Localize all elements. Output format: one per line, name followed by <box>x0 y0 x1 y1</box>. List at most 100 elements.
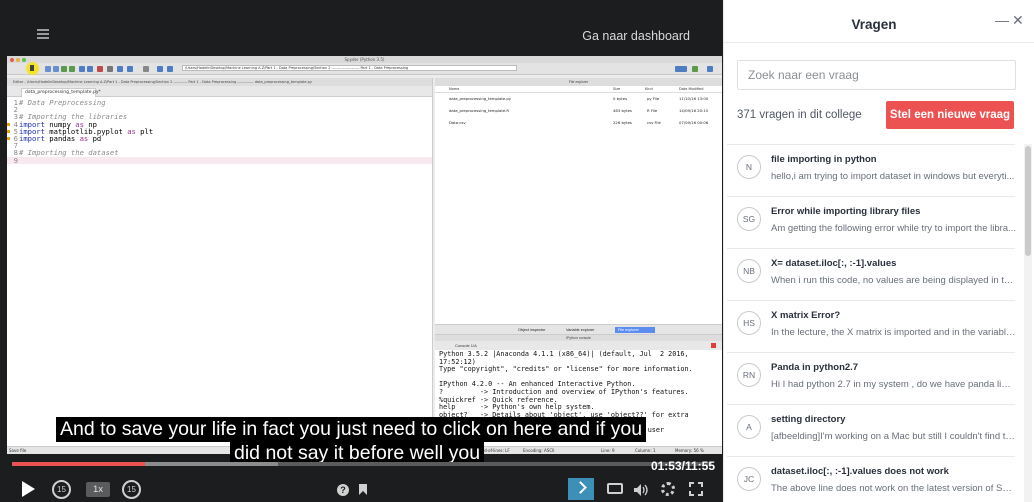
rewind-15-icon[interactable]: 15 <box>52 480 71 499</box>
file-explorer-title: File explorer <box>435 78 722 86</box>
warning-icon <box>7 129 10 133</box>
avatar: N <box>737 155 761 179</box>
file-kind: R File <box>647 108 658 113</box>
tab-file-explorer: File explorer <box>615 327 655 333</box>
questions-sidebar: Vragen — ✕ 371 vragen in dit college Ste… <box>723 0 1034 502</box>
close-icon[interactable]: ✕ <box>1012 12 1024 29</box>
question-title[interactable]: X= dataset.iloc[:, :-1].values <box>771 258 896 269</box>
avatar: HS <box>737 311 761 335</box>
file-size: 463 bytes <box>613 108 632 113</box>
tab-variable-explorer: Variable explorer <box>566 328 595 332</box>
col-kind: Kind <box>645 87 653 91</box>
video-player[interactable]: Ga naar dashboard Spyder (Python 3.5) /U… <box>0 0 723 502</box>
question-item[interactable]: HS X matrix Error? In the lecture, the X m… <box>727 300 1016 352</box>
editor-header: Editor - /Users/HadelinDesktop/Machine L… <box>7 78 432 86</box>
minimize-dot-icon <box>16 58 20 62</box>
question-count: 371 vragen in dit college <box>737 109 862 121</box>
editor-tab: data_preprocessing_template.py* <box>21 88 101 97</box>
avatar: NB <box>737 259 761 283</box>
console-line: Type "copyright", "credits" or "license"… <box>439 365 693 374</box>
rewind-label: 15 <box>57 485 66 494</box>
code-line: 8# Importing the dataset <box>7 149 432 156</box>
question-list: Nfile importing in python hello,i am tryi… <box>724 144 1024 502</box>
volume-icon[interactable] <box>634 483 648 496</box>
question-title[interactable]: X matrix Error? <box>771 310 840 321</box>
question-search-input[interactable] <box>737 60 1016 90</box>
status-line: Line: 9 <box>601 448 615 453</box>
hamburger-icon[interactable] <box>37 29 49 39</box>
captions-icon[interactable] <box>607 483 623 494</box>
sidebar-scrollbar[interactable] <box>1024 144 1032 502</box>
question-item[interactable]: Nfile importing in python hello,i am tryi… <box>727 144 1015 196</box>
question-title[interactable]: dataset.iloc[:, :-1].values does not wor… <box>771 466 949 477</box>
file-explorer-columns: Name Size Kind Date Modified <box>435 86 722 93</box>
status-column: Column: 1 <box>635 448 656 453</box>
progress-bar[interactable] <box>12 462 712 466</box>
console-tab-label: Console 1/A <box>455 343 477 348</box>
col-name: Name <box>449 87 460 91</box>
console-close-icon <box>711 343 716 348</box>
question-title[interactable]: setting directory <box>771 414 845 425</box>
file-size: 0 bytes <box>613 96 628 101</box>
code-line: 6import pandas as pd <box>7 135 432 142</box>
file-explorer: File explorer Name Size Kind Date Modifi… <box>435 78 722 324</box>
file-date: 11/10/16 13:00 <box>679 96 709 101</box>
code-line: 9 <box>7 155 432 165</box>
progress-buffered <box>145 462 278 466</box>
avatar: JC <box>737 467 761 491</box>
working-directory-path: /Users/HadelinDesktop/Machine Learning A… <box>182 65 517 71</box>
question-snippet: [afbeelding]I'm working on a Mac but sti… <box>771 431 1016 442</box>
sidebar-divider <box>724 42 1034 43</box>
question-snippet: Hi I had python 2.7 in my system , do we… <box>771 379 1016 390</box>
console-tab: Console 1/A <box>435 341 722 350</box>
player-controls: 15 1x 15 ? <box>0 475 723 502</box>
file-name: data_preprocessing_template.py <box>449 96 512 101</box>
editor-tab-bar: data_preprocessing_template.py* <box>7 86 432 97</box>
file-date: 14/09/16 20:15 <box>679 108 709 113</box>
code-line: 1# Data Preprocessing <box>7 99 432 106</box>
zoom-dot-icon <box>22 58 26 62</box>
scrollbar-thumb[interactable] <box>1025 146 1031 256</box>
file-kind: csv File <box>647 120 661 125</box>
question-title[interactable]: file importing in python <box>771 154 877 165</box>
file-row[interactable]: data_preprocessing_template.R 463 bytes R … <box>435 105 722 117</box>
avatar: A <box>737 415 761 439</box>
minimize-icon[interactable]: — <box>995 12 1009 28</box>
forward-15-icon[interactable]: 15 <box>122 480 141 499</box>
fullscreen-icon[interactable] <box>689 482 703 496</box>
file-name: Data.csv <box>449 120 466 125</box>
play-icon[interactable] <box>22 481 35 497</box>
status-encoding: Encoding: ASCII <box>523 448 555 453</box>
file-list: data_preprocessing_template.py 0 bytes py … <box>435 93 722 129</box>
tab-object-inspector: Object inspector <box>518 328 546 332</box>
question-item[interactable]: RN Panda in python2.7 Hi I had python 2.7 … <box>727 352 1016 404</box>
forward-label: 15 <box>127 485 136 494</box>
line-number: 9 <box>13 155 18 165</box>
question-title[interactable]: Error while importing library files <box>771 206 920 217</box>
file-name: data_preprocessing_template.R <box>449 108 510 113</box>
file-row[interactable]: data_preprocessing_template.py 0 bytes py … <box>435 93 722 105</box>
file-row[interactable]: Data.csv 226 bytes csv File 07/09/16 00:06 <box>435 117 722 129</box>
question-title[interactable]: Panda in python2.7 <box>771 362 858 373</box>
col-date: Date Modified <box>679 87 704 91</box>
col-size: Size <box>613 87 621 91</box>
bookmark-icon[interactable] <box>359 484 367 495</box>
playback-speed-button[interactable]: 1x <box>86 482 110 497</box>
help-icon[interactable]: ? <box>337 484 349 496</box>
question-item[interactable]: NB X= dataset.iloc[:, :-1].values When i r… <box>727 248 1016 300</box>
question-snippet: When i run this code, no values are bein… <box>771 275 1016 286</box>
question-item[interactable]: Asetting directory [afbeelding]I'm workin… <box>727 404 1016 456</box>
file-kind: py File <box>647 96 660 101</box>
question-snippet: Am getting the following error while try… <box>771 223 1016 234</box>
question-item[interactable]: SG Error while importing library files Am … <box>727 196 1016 248</box>
console-line: Python 3.5.2 |Anaconda 4.1.1 (x86_64)| (… <box>439 350 689 358</box>
playback-time: 01:53/11:55 <box>650 459 715 473</box>
gear-icon[interactable] <box>661 482 675 496</box>
mouse-cursor-highlight <box>26 62 39 75</box>
video-frame: Spyder (Python 3.5) /Users/HadelinDeskto… <box>7 56 722 454</box>
new-question-button[interactable]: Stel een nieuwe vraag <box>886 101 1014 129</box>
next-chevron-icon[interactable] <box>568 478 594 500</box>
file-size: 226 bytes <box>613 120 632 125</box>
question-item[interactable]: JC dataset.iloc[:, :-1].values does not w… <box>727 456 1016 502</box>
dashboard-link[interactable]: Ga naar dashboard <box>582 29 690 43</box>
